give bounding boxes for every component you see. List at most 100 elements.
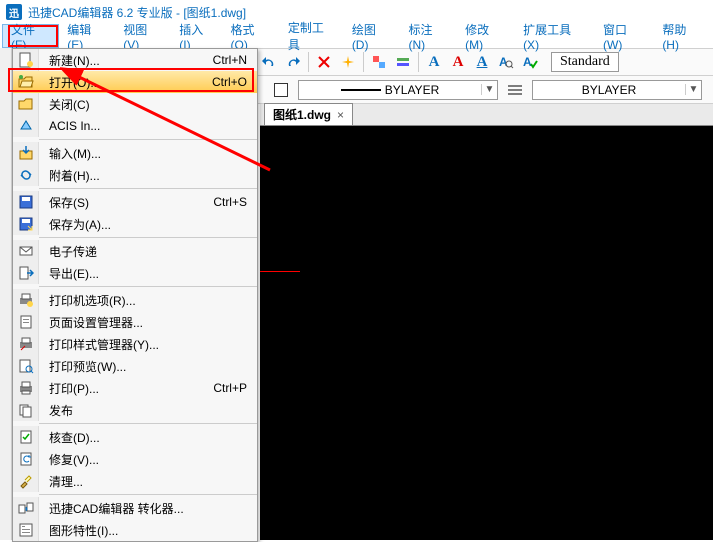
color-swatch-button[interactable] xyxy=(270,79,292,101)
menu-item-label: 打印预览(W)... xyxy=(39,358,257,375)
layer-color-dropdown[interactable]: BYLAYER ▼ xyxy=(298,80,498,100)
file-menu-item[interactable]: 附着(H)... xyxy=(13,164,257,186)
document-tab-strip: 图纸1.dwg × xyxy=(260,104,713,126)
attach-icon xyxy=(13,164,39,186)
audit-icon xyxy=(13,426,39,448)
menu-item-shortcut: Ctrl+O xyxy=(212,75,257,89)
print-preview-icon xyxy=(13,355,39,377)
menu-item[interactable]: 编辑(E) xyxy=(59,24,115,48)
svg-text:A: A xyxy=(523,55,532,69)
menu-item-label: 修复(V)... xyxy=(39,451,257,468)
menu-item-label: 打印样式管理器(Y)... xyxy=(39,336,257,353)
menu-separator xyxy=(39,237,257,238)
menu-item[interactable]: 帮助(H) xyxy=(654,24,711,48)
file-menu-item[interactable]: 保存为(A)... xyxy=(13,213,257,235)
menu-item-label: 页面设置管理器... xyxy=(39,314,257,331)
menu-item[interactable]: 格式(O) xyxy=(223,24,280,48)
menu-item-label: 关闭(C) xyxy=(39,96,257,113)
file-menu-dropdown: 新建(N)...Ctrl+N打开(O)...Ctrl+O 关闭(C) ACIS In… xyxy=(12,48,258,542)
layer-toggle-icon[interactable] xyxy=(368,51,390,73)
menu-item-label: 迅捷CAD编辑器 转化器... xyxy=(39,500,257,517)
page-setup-icon xyxy=(13,311,39,333)
menu-item[interactable]: 文件(F) xyxy=(2,24,59,48)
chevron-down-icon: ▼ xyxy=(685,84,701,95)
canvas[interactable] xyxy=(260,126,713,540)
file-menu-item[interactable]: 打印样式管理器(Y)... xyxy=(13,333,257,355)
redo-icon[interactable] xyxy=(282,51,304,73)
file-menu-item[interactable]: 打印预览(W)... xyxy=(13,355,257,377)
menu-item[interactable]: 扩展工具(X) xyxy=(515,24,595,48)
tab-close-icon[interactable]: × xyxy=(337,108,344,122)
file-menu-item[interactable]: 修复(V)... xyxy=(13,448,257,470)
print-icon xyxy=(13,377,39,399)
file-menu-item[interactable]: 清理... xyxy=(13,470,257,492)
menu-separator xyxy=(39,188,257,189)
menu-item[interactable]: 窗口(W) xyxy=(595,24,654,48)
export-icon xyxy=(13,262,39,284)
etransmit-icon xyxy=(13,240,39,262)
save-icon xyxy=(13,191,39,213)
file-menu-item[interactable]: 电子传递 xyxy=(13,240,257,262)
menu-item-label: 打印(P)... xyxy=(39,380,213,397)
acis-icon xyxy=(13,115,39,137)
open-icon xyxy=(13,71,39,93)
menu-bar: 文件(F)编辑(E)视图(V)插入(I)格式(O)定制工具绘图(D)标注(N)修… xyxy=(0,24,713,48)
document-tab[interactable]: 图纸1.dwg × xyxy=(264,103,353,125)
text-underline-icon[interactable]: A xyxy=(471,51,493,73)
menu-item[interactable]: 修改(M) xyxy=(457,24,515,48)
printer-opts-icon xyxy=(13,289,39,311)
menu-item[interactable]: 视图(V) xyxy=(115,24,171,48)
layer-state-icon[interactable] xyxy=(392,51,414,73)
undo-icon[interactable] xyxy=(258,51,280,73)
text-check-icon[interactable]: A xyxy=(519,51,541,73)
delete-icon[interactable] xyxy=(313,51,335,73)
file-menu-item[interactable]: 打开(O)...Ctrl+O xyxy=(13,71,257,93)
chevron-down-icon: ▼ xyxy=(481,84,497,95)
menu-item-label: 输入(M)... xyxy=(39,145,257,162)
menu-item-label: 保存为(A)... xyxy=(39,216,257,233)
menu-separator xyxy=(39,494,257,495)
file-menu-item[interactable]: 打印(P)...Ctrl+P xyxy=(13,377,257,399)
text-style-red-icon[interactable]: A xyxy=(447,51,469,73)
menu-item-label: 新建(N)... xyxy=(39,52,213,69)
file-menu-item[interactable]: 发布 xyxy=(13,399,257,421)
publish-icon xyxy=(13,399,39,421)
file-menu-item[interactable]: 新建(N)...Ctrl+N xyxy=(13,49,257,71)
file-menu-item[interactable]: ACIS In... xyxy=(13,115,257,137)
text-find-icon[interactable]: A xyxy=(495,51,517,73)
app-icon: 迅 xyxy=(6,4,22,20)
menu-item-label: 附着(H)... xyxy=(39,167,257,184)
file-menu-item[interactable]: 核查(D)... xyxy=(13,426,257,448)
file-menu-item[interactable]: 关闭(C) xyxy=(13,93,257,115)
menu-item[interactable]: 定制工具 xyxy=(280,24,344,48)
file-menu-item[interactable]: 打印机选项(R)... xyxy=(13,289,257,311)
sparkle-icon[interactable] xyxy=(337,51,359,73)
drawing-area: 图纸1.dwg × xyxy=(260,104,713,540)
file-menu-item[interactable]: 图形特性(I)... xyxy=(13,519,257,541)
menu-item-label: 图形特性(I)... xyxy=(39,522,257,539)
linetype-swatch-button[interactable] xyxy=(504,79,526,101)
file-menu-item[interactable]: 页面设置管理器... xyxy=(13,311,257,333)
menu-item-label: 电子传递 xyxy=(39,243,257,260)
recover-icon xyxy=(13,448,39,470)
file-menu-item[interactable]: 保存(S)Ctrl+S xyxy=(13,191,257,213)
menu-separator xyxy=(39,423,257,424)
tab-label: 图纸1.dwg xyxy=(273,106,331,123)
menu-item[interactable]: 标注(N) xyxy=(400,24,457,48)
menu-item-shortcut: Ctrl+P xyxy=(213,381,257,395)
menu-item[interactable]: 绘图(D) xyxy=(344,24,401,48)
linetype-dropdown[interactable]: BYLAYER ▼ xyxy=(532,80,702,100)
file-menu-item[interactable]: 输入(M)... xyxy=(13,142,257,164)
menu-item-label: ACIS In... xyxy=(39,119,257,133)
menu-separator xyxy=(39,286,257,287)
saveas-icon xyxy=(13,213,39,235)
menu-separator xyxy=(39,139,257,140)
left-rail xyxy=(0,48,12,540)
new-icon xyxy=(13,49,39,71)
text-style-dropdown[interactable]: Standard xyxy=(551,52,619,72)
file-menu-item[interactable]: 导出(E)... xyxy=(13,262,257,284)
file-menu-item[interactable]: 迅捷CAD编辑器 转化器... xyxy=(13,497,257,519)
props-icon xyxy=(13,519,39,541)
menu-item[interactable]: 插入(I) xyxy=(171,24,222,48)
text-style-a-icon[interactable]: A xyxy=(423,51,445,73)
